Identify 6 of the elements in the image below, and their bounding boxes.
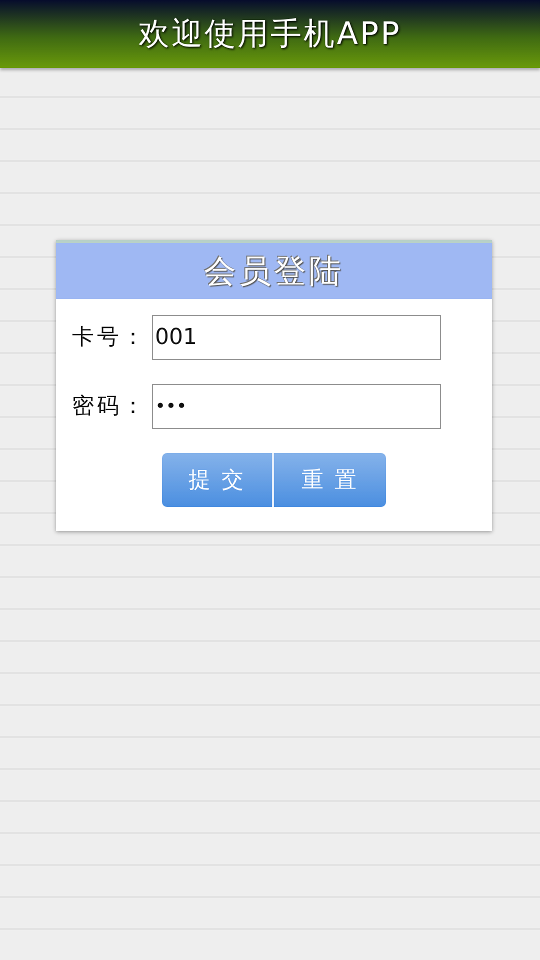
app-title: 欢迎使用手机APP — [138, 14, 402, 54]
card-number-field[interactable]: 001 — [152, 315, 441, 360]
login-title: 会员登陆 — [204, 251, 344, 292]
field-label: 卡号： — [72, 324, 148, 352]
field-label: 密码： — [72, 393, 148, 421]
password-field[interactable]: ••• — [152, 384, 441, 429]
